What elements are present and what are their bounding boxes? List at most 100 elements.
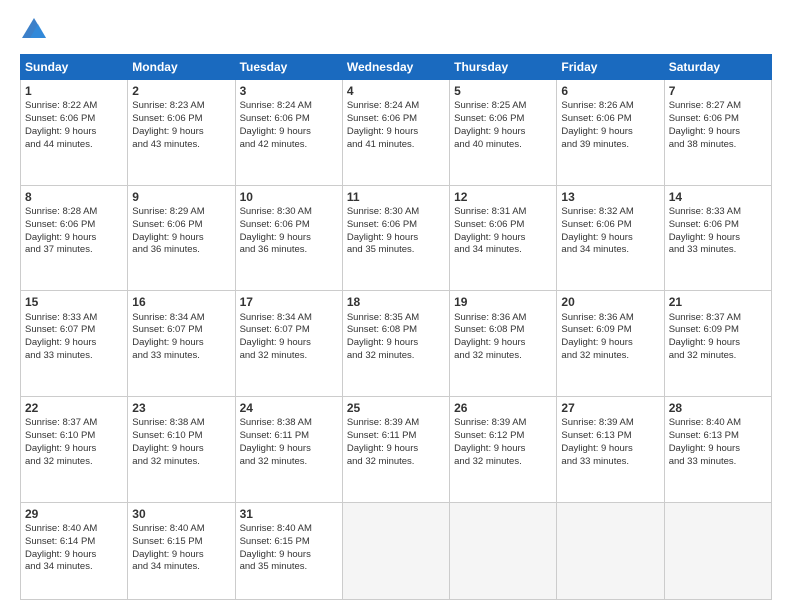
day-number: 19: [454, 294, 552, 310]
cell-info-line: Sunset: 6:07 PM: [240, 324, 338, 337]
calendar-cell: 23Sunrise: 8:38 AMSunset: 6:10 PMDayligh…: [128, 397, 235, 503]
calendar-cell: 4Sunrise: 8:24 AMSunset: 6:06 PMDaylight…: [342, 80, 449, 186]
page: SundayMondayTuesdayWednesdayThursdayFrid…: [0, 0, 792, 612]
cell-info-line: Sunset: 6:15 PM: [240, 536, 338, 549]
cell-info-line: and 32 minutes.: [454, 350, 552, 363]
cell-info-line: and 32 minutes.: [347, 456, 445, 469]
day-number: 6: [561, 83, 659, 99]
cell-info-line: and 41 minutes.: [347, 139, 445, 152]
calendar-table: SundayMondayTuesdayWednesdayThursdayFrid…: [20, 54, 772, 600]
cell-info-line: and 33 minutes.: [132, 350, 230, 363]
cell-info-line: Sunrise: 8:25 AM: [454, 100, 552, 113]
day-number: 20: [561, 294, 659, 310]
day-header-sunday: Sunday: [21, 55, 128, 80]
cell-info-line: Sunset: 6:06 PM: [25, 113, 123, 126]
calendar-cell: 13Sunrise: 8:32 AMSunset: 6:06 PMDayligh…: [557, 185, 664, 291]
calendar-cell: 17Sunrise: 8:34 AMSunset: 6:07 PMDayligh…: [235, 291, 342, 397]
cell-info-line: Sunset: 6:11 PM: [347, 430, 445, 443]
calendar-cell: [557, 502, 664, 599]
logo: [20, 16, 52, 44]
day-number: 26: [454, 400, 552, 416]
cell-info-line: Daylight: 9 hours: [454, 232, 552, 245]
calendar-cell: 16Sunrise: 8:34 AMSunset: 6:07 PMDayligh…: [128, 291, 235, 397]
cell-info-line: Sunset: 6:12 PM: [454, 430, 552, 443]
calendar-cell: 15Sunrise: 8:33 AMSunset: 6:07 PMDayligh…: [21, 291, 128, 397]
day-number: 2: [132, 83, 230, 99]
cell-info-line: and 33 minutes.: [669, 244, 767, 257]
cell-info-line: and 33 minutes.: [669, 456, 767, 469]
cell-info-line: Daylight: 9 hours: [25, 549, 123, 562]
day-number: 17: [240, 294, 338, 310]
cell-info-line: Daylight: 9 hours: [561, 232, 659, 245]
cell-info-line: Sunrise: 8:28 AM: [25, 206, 123, 219]
calendar-cell: 7Sunrise: 8:27 AMSunset: 6:06 PMDaylight…: [664, 80, 771, 186]
cell-info-line: Sunset: 6:07 PM: [132, 324, 230, 337]
day-number: 24: [240, 400, 338, 416]
calendar-cell: 27Sunrise: 8:39 AMSunset: 6:13 PMDayligh…: [557, 397, 664, 503]
day-number: 15: [25, 294, 123, 310]
cell-info-line: Daylight: 9 hours: [240, 549, 338, 562]
day-number: 29: [25, 506, 123, 522]
cell-info-line: Sunrise: 8:38 AM: [132, 417, 230, 430]
cell-info-line: and 42 minutes.: [240, 139, 338, 152]
cell-info-line: Sunset: 6:08 PM: [347, 324, 445, 337]
cell-info-line: Daylight: 9 hours: [25, 126, 123, 139]
cell-info-line: and 32 minutes.: [240, 456, 338, 469]
cell-info-line: Sunset: 6:06 PM: [347, 219, 445, 232]
day-header-friday: Friday: [557, 55, 664, 80]
cell-info-line: Sunset: 6:06 PM: [347, 113, 445, 126]
cell-info-line: and 35 minutes.: [347, 244, 445, 257]
calendar-cell: 22Sunrise: 8:37 AMSunset: 6:10 PMDayligh…: [21, 397, 128, 503]
calendar-cell: 10Sunrise: 8:30 AMSunset: 6:06 PMDayligh…: [235, 185, 342, 291]
cell-info-line: Daylight: 9 hours: [240, 232, 338, 245]
cell-info-line: Sunset: 6:06 PM: [561, 113, 659, 126]
cell-info-line: Sunrise: 8:30 AM: [347, 206, 445, 219]
cell-info-line: Sunrise: 8:40 AM: [132, 523, 230, 536]
cell-info-line: Daylight: 9 hours: [561, 337, 659, 350]
cell-info-line: Sunrise: 8:34 AM: [132, 312, 230, 325]
day-number: 22: [25, 400, 123, 416]
cell-info-line: and 32 minutes.: [669, 350, 767, 363]
cell-info-line: Sunset: 6:13 PM: [561, 430, 659, 443]
calendar-cell: 31Sunrise: 8:40 AMSunset: 6:15 PMDayligh…: [235, 502, 342, 599]
calendar-cell: 2Sunrise: 8:23 AMSunset: 6:06 PMDaylight…: [128, 80, 235, 186]
calendar-cell: 3Sunrise: 8:24 AMSunset: 6:06 PMDaylight…: [235, 80, 342, 186]
calendar-cell: 18Sunrise: 8:35 AMSunset: 6:08 PMDayligh…: [342, 291, 449, 397]
cell-info-line: and 43 minutes.: [132, 139, 230, 152]
cell-info-line: Daylight: 9 hours: [132, 443, 230, 456]
cell-info-line: Sunrise: 8:32 AM: [561, 206, 659, 219]
cell-info-line: Sunset: 6:06 PM: [240, 113, 338, 126]
cell-info-line: Sunset: 6:06 PM: [25, 219, 123, 232]
cell-info-line: Sunset: 6:10 PM: [25, 430, 123, 443]
calendar-cell: 19Sunrise: 8:36 AMSunset: 6:08 PMDayligh…: [450, 291, 557, 397]
cell-info-line: Daylight: 9 hours: [347, 126, 445, 139]
cell-info-line: and 39 minutes.: [561, 139, 659, 152]
cell-info-line: Sunset: 6:09 PM: [561, 324, 659, 337]
cell-info-line: Sunset: 6:06 PM: [454, 219, 552, 232]
calendar-cell: 21Sunrise: 8:37 AMSunset: 6:09 PMDayligh…: [664, 291, 771, 397]
day-number: 1: [25, 83, 123, 99]
cell-info-line: Sunrise: 8:40 AM: [669, 417, 767, 430]
cell-info-line: Sunrise: 8:37 AM: [25, 417, 123, 430]
day-number: 13: [561, 189, 659, 205]
cell-info-line: Daylight: 9 hours: [132, 549, 230, 562]
cell-info-line: Sunrise: 8:26 AM: [561, 100, 659, 113]
cell-info-line: Daylight: 9 hours: [561, 126, 659, 139]
cell-info-line: Daylight: 9 hours: [454, 337, 552, 350]
calendar-cell: 12Sunrise: 8:31 AMSunset: 6:06 PMDayligh…: [450, 185, 557, 291]
day-number: 25: [347, 400, 445, 416]
calendar-cell: 26Sunrise: 8:39 AMSunset: 6:12 PMDayligh…: [450, 397, 557, 503]
day-number: 7: [669, 83, 767, 99]
cell-info-line: Daylight: 9 hours: [454, 443, 552, 456]
cell-info-line: Daylight: 9 hours: [669, 337, 767, 350]
cell-info-line: Daylight: 9 hours: [132, 126, 230, 139]
cell-info-line: and 40 minutes.: [454, 139, 552, 152]
cell-info-line: Daylight: 9 hours: [25, 443, 123, 456]
cell-info-line: Sunrise: 8:30 AM: [240, 206, 338, 219]
day-number: 27: [561, 400, 659, 416]
cell-info-line: Sunset: 6:11 PM: [240, 430, 338, 443]
cell-info-line: Sunrise: 8:39 AM: [347, 417, 445, 430]
cell-info-line: Daylight: 9 hours: [132, 232, 230, 245]
cell-info-line: Sunrise: 8:38 AM: [240, 417, 338, 430]
cell-info-line: Sunrise: 8:39 AM: [454, 417, 552, 430]
